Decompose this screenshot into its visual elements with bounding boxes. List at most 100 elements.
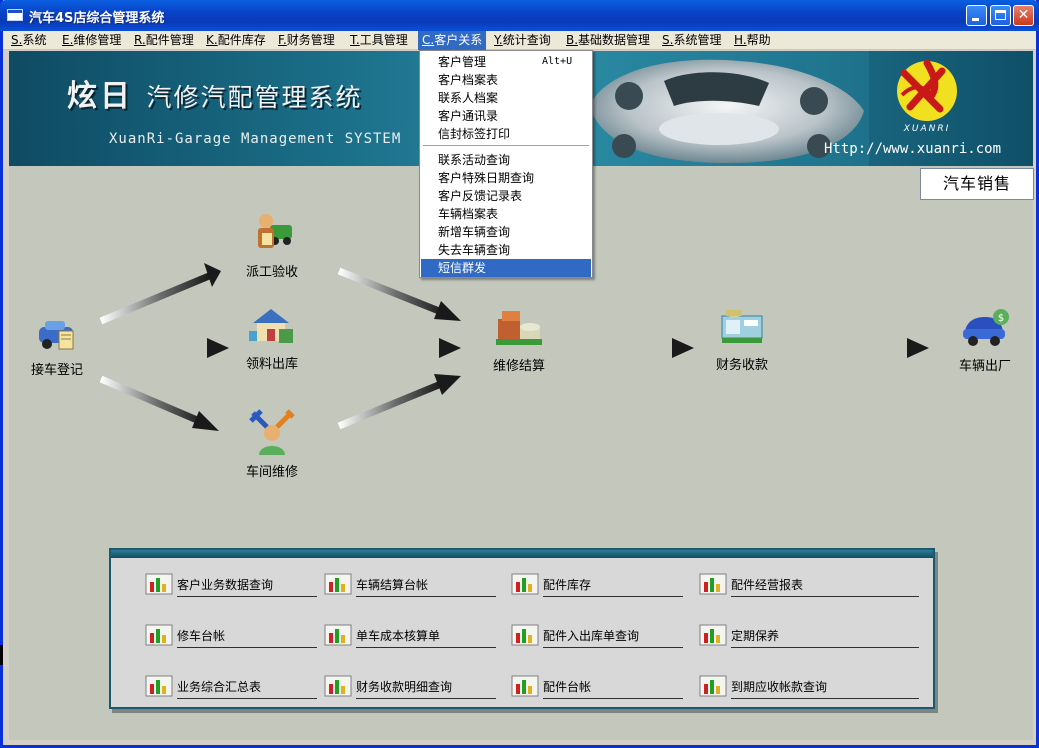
svg-text:$: $ (998, 313, 1004, 324)
report-vehicle-settlement[interactable]: 车辆结算台帐 (324, 568, 514, 604)
report-label: 配件经营报表 (731, 578, 804, 592)
maximize-icon (995, 10, 1006, 20)
flow-payment[interactable]: 财务收款 (697, 306, 787, 373)
report-chart-icon (511, 675, 539, 697)
report-customer-business[interactable]: 客户业务数据查询 (145, 568, 335, 604)
payment-icon (721, 310, 763, 343)
report-parts-stock[interactable]: 配件库存 (511, 568, 701, 604)
banner-title: 炫日 汽修汽配管理系统 (67, 79, 363, 114)
flow-dispatch[interactable]: 派工验收 (227, 211, 317, 280)
dd-sms-broadcast[interactable]: 短信群发 (421, 259, 591, 277)
flow-reception[interactable]: 接车登记 (12, 313, 102, 378)
minimize-icon (972, 18, 979, 21)
payment-label: 财务收款 (715, 358, 768, 373)
menu-help[interactable]: H.帮助 (730, 31, 775, 50)
report-chart-icon (145, 624, 173, 646)
dd-customer-address-book[interactable]: 客户通讯录 (421, 107, 591, 125)
dd-contact-archive[interactable]: 联系人档案 (421, 89, 591, 107)
reception-icon (39, 321, 74, 350)
report-chart-icon (324, 675, 352, 697)
app-icon (7, 9, 23, 21)
report-label: 配件台帐 (543, 680, 592, 694)
arrow-reception-dispatch (99, 263, 221, 325)
dd-customer-management[interactable]: 客户管理 Alt+U (421, 53, 591, 71)
report-chart-icon (699, 675, 727, 697)
report-label: 业务综合汇总表 (177, 680, 262, 694)
maximize-button[interactable] (990, 5, 1011, 26)
dd-new-vehicles[interactable]: 新增车辆查询 (421, 223, 591, 241)
flow-parts-out[interactable]: 领料出库 (227, 303, 317, 372)
settlement-label: 维修结算 (492, 359, 545, 374)
minimize-button[interactable] (966, 5, 987, 26)
report-business-summary[interactable]: 业务综合汇总表 (145, 670, 335, 706)
title-bar[interactable]: 汽车4S店综合管理系统 ✕ (0, 0, 1039, 31)
report-label: 客户业务数据查询 (177, 578, 274, 592)
menu-parts[interactable]: R.配件管理 (130, 31, 198, 50)
dd-lost-vehicles[interactable]: 失去车辆查询 (421, 241, 591, 259)
menu-tools[interactable]: T.工具管理 (346, 31, 412, 50)
dd-envelope-label-print[interactable]: 信封标签打印 (421, 125, 591, 143)
report-label: 修车台帐 (177, 629, 226, 643)
arrow-dispatch-settlement (337, 267, 461, 321)
main-window: 汽车4S店综合管理系统 ✕ S.系统 E.维修管理 R.配件管理 K.配件库存 … (0, 0, 1039, 748)
arrow-payment-exit (806, 338, 929, 358)
dd-customer-archive[interactable]: 客户档案表 (421, 71, 591, 89)
report-underline (543, 698, 683, 699)
report-parts-business[interactable]: 配件经营报表 (699, 568, 919, 604)
workshop-label: 车间维修 (245, 465, 298, 480)
report-chart-icon (324, 573, 352, 595)
close-button[interactable]: ✕ (1013, 5, 1034, 26)
report-payment-detail[interactable]: 财务收款明细查询 (324, 670, 514, 706)
menu-repair[interactable]: E.维修管理 (58, 31, 125, 50)
menu-finance[interactable]: F.财务管理 (274, 31, 339, 50)
car-exit-icon: $ (963, 309, 1009, 346)
report-underline (356, 596, 496, 597)
report-vehicle-cost[interactable]: 单车成本核算单 (324, 619, 514, 655)
svg-text:XUANRI: XUANRI (903, 124, 951, 134)
menu-system[interactable]: S.系统 (7, 31, 50, 50)
dd-vehicle-archive[interactable]: 车辆档案表 (421, 205, 591, 223)
report-underline (177, 596, 317, 597)
report-underline (731, 596, 919, 597)
menu-parts-stock[interactable]: K.配件库存 (202, 31, 270, 50)
arrow-reception-parts (104, 338, 229, 358)
report-repair-ledger[interactable]: 修车台帐 (145, 619, 335, 655)
report-underline (731, 647, 919, 648)
report-chart-icon (145, 675, 173, 697)
menu-statistics[interactable]: Y.统计查询 (490, 31, 555, 50)
report-chart-icon (511, 624, 539, 646)
report-panel: 客户业务数据查询 车辆结算台帐 配件库存 配件经营报表 修车台帐 单车成本核算单… (109, 548, 935, 709)
dispatch-label: 派工验收 (245, 265, 298, 280)
website-url: Http://www.xuanri.com (824, 141, 1002, 157)
menu-customer-relations[interactable]: C.客户关系 (418, 31, 487, 50)
flow-exit[interactable]: $ 车辆出厂 (940, 307, 1030, 374)
dd-special-dates[interactable]: 客户特殊日期查询 (421, 169, 591, 187)
report-label: 定期保养 (731, 629, 780, 643)
flow-settlement[interactable]: 维修结算 (474, 305, 564, 374)
dd-separator (423, 145, 589, 147)
warehouse-icon (249, 309, 293, 343)
dd-contact-activity[interactable]: 联系活动查询 (421, 151, 591, 169)
flow-workshop[interactable]: 车间维修 (227, 407, 317, 480)
report-scheduled-maintenance[interactable]: 定期保养 (699, 619, 919, 655)
report-chart-icon (324, 624, 352, 646)
arrow-workshop-settlement (337, 374, 461, 430)
report-receivables-due[interactable]: 到期应收帐款查询 (699, 670, 919, 706)
menu-system-admin[interactable]: S.系统管理 (658, 31, 725, 50)
report-chart-icon (699, 624, 727, 646)
close-icon: ✕ (1017, 7, 1030, 23)
report-parts-inout[interactable]: 配件入出库单查询 (511, 619, 701, 655)
report-parts-ledger[interactable]: 配件台帐 (511, 670, 701, 706)
report-underline (177, 698, 317, 699)
parts-out-label: 领料出库 (245, 357, 298, 372)
dispatch-icon (258, 214, 292, 248)
dd-feedback-records[interactable]: 客户反馈记录表 (421, 187, 591, 205)
report-underline (543, 596, 683, 597)
car-sales-button[interactable]: 汽车销售 (920, 168, 1034, 200)
arrow-parts-settlement (339, 338, 461, 358)
menu-base-data[interactable]: B.基础数据管理 (562, 31, 654, 50)
report-label: 配件入出库单查询 (543, 629, 640, 643)
settlement-icon (496, 311, 542, 345)
arrow-settlement-payment (571, 338, 694, 358)
report-chart-icon (699, 573, 727, 595)
